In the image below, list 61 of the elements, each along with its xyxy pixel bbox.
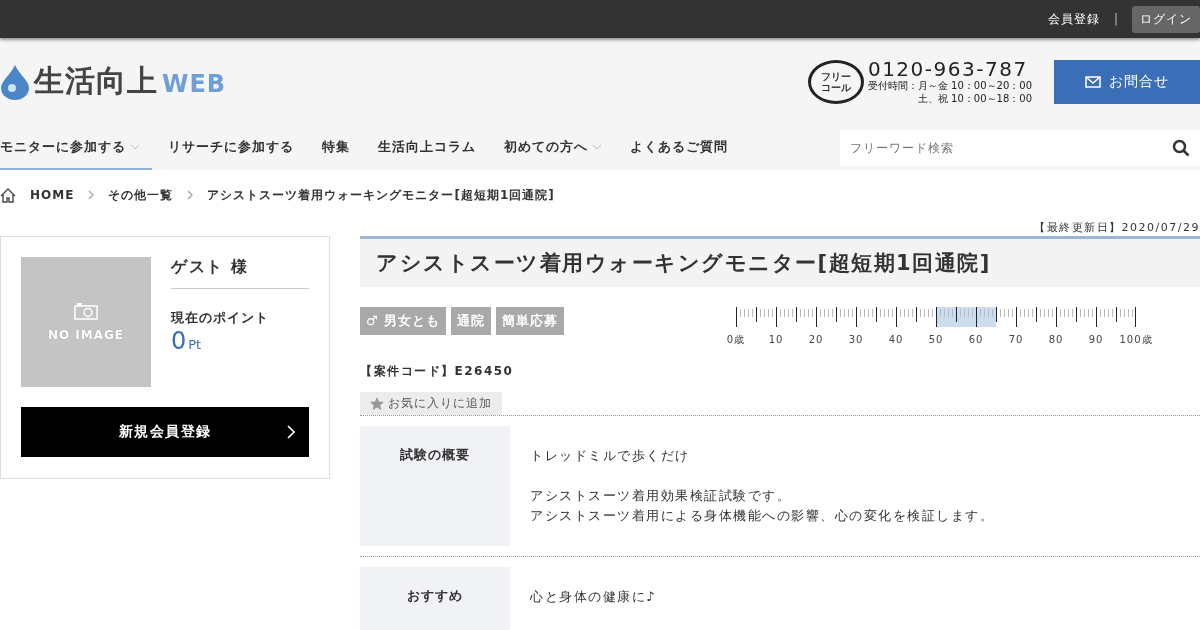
breadcrumb-link[interactable]: HOME [30,188,75,202]
page-title: アシストスーツ着用ウォーキングモニター[超短期1回通院] [360,236,1200,287]
logo-suffix: WEB [162,69,227,98]
age-label: 30 [848,334,864,345]
tag: ♂ 男女とも [360,307,447,335]
tag: 簡単応募 [496,307,565,335]
login-button[interactable]: ログイン [1132,5,1200,33]
chevron-right-icon [287,425,295,439]
free-call-badge: フリー コール [807,59,864,104]
star-icon [370,397,384,410]
favorite-button[interactable]: お気に入りに追加 [360,392,502,415]
age-label: 70 [1008,334,1024,345]
points-unit: Pt [188,337,202,352]
camera-icon [74,302,98,320]
separator: | [1113,12,1118,26]
nav-item[interactable]: 特集 [322,125,362,170]
chevron-down-icon [592,143,602,150]
breadcrumb-link[interactable]: その他一覧 [108,186,174,204]
age-label: 0歳 [726,334,746,345]
detail-text: アシストスーツ着用による身体機能への影響、心の変化を検証します。 [530,507,994,525]
business-hours: 土、祝 10：00～18：00 [916,91,1032,105]
chevron-right-icon [88,190,95,200]
user-name: ゲスト 様 [171,257,309,289]
no-image-text: NO IMAGE [47,328,125,342]
age-label: 100歳 [1119,334,1153,345]
business-hours: 受付時間：月～金 10：00～20：00 [867,78,1032,92]
register-link[interactable]: 会員登録 [1047,10,1100,28]
nav-item[interactable]: 生活向上コラム [378,125,488,170]
tag: 通院 [451,307,492,335]
detail-text: 心と身体の健康に♪ [530,588,656,606]
phone-number: 0120-963-787 [867,58,1029,79]
age-label: 20 [808,334,824,345]
register-button[interactable]: 新規会員登録 [21,407,309,457]
age-label: 10 [768,334,784,345]
project-code: 【案件コード】E26450 [360,363,515,380]
age-label: 50 [928,334,944,345]
age-label: 40 [888,334,904,345]
points-value: 0 [171,327,187,355]
points-label: 現在のポイント [171,309,270,327]
nav-item[interactable]: よくあるご質問 [630,125,740,170]
chevron-down-icon [130,143,140,150]
detail-heading: おすすめ [360,567,510,630]
search-icon[interactable] [1172,138,1190,157]
age-label: 60 [968,334,984,345]
nav-item[interactable]: 初めての方へ [504,125,614,170]
age-label: 80 [1048,334,1064,345]
logo-text: 生活向上 [34,62,158,100]
search-bar[interactable]: フリーワード検索 [840,129,1200,166]
mail-icon [1085,75,1101,88]
breadcrumb-link[interactable]: アシストスーツ着用ウォーキングモニター[超短期1回通院] [207,186,555,204]
home-icon [0,187,16,203]
age-label: 90 [1088,334,1104,345]
nav-item[interactable]: モニターに参加する [0,125,152,170]
chevron-right-icon [187,190,194,200]
detail-heading: 試験の概要 [360,426,510,546]
detail-text: トレッドミルで歩くだけ [530,447,691,465]
contact-button[interactable]: お問合せ [1054,59,1200,104]
updated-date: 【最終更新日】2020/07/29 [1033,220,1200,236]
detail-text: アシストスーツ着用効果検証試験です。 [530,487,792,505]
water-drop-icon [0,63,30,100]
nav-item[interactable]: リサーチに参加する [168,125,306,170]
